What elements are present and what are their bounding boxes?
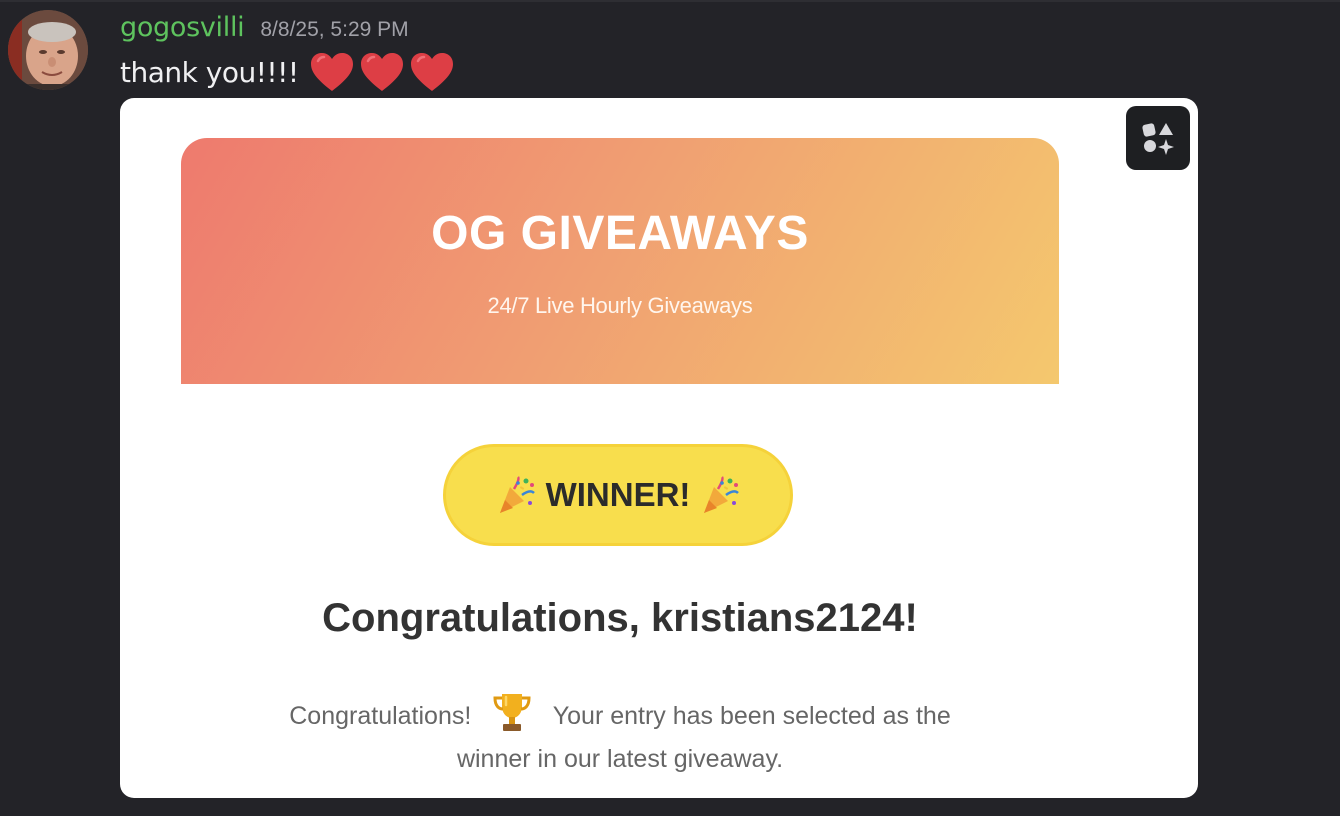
winner-badge-label: WINNER! <box>545 476 691 513</box>
party-popper-icon <box>704 476 740 513</box>
winner-badge: WINNER! <box>443 444 793 546</box>
winner-message: Congratulations! Your entry has been sel… <box>260 690 980 781</box>
party-popper-icon <box>499 476 535 513</box>
message-text: thank you!!!! <box>120 55 299 89</box>
apps-icon <box>1142 123 1174 155</box>
emoji-group <box>309 51 455 93</box>
apps-button[interactable] <box>1126 106 1190 170</box>
avatar-image <box>8 10 88 90</box>
image-embed[interactable]: OG GIVEAWAYS 24/7 Live Hourly Giveaways … <box>120 98 1198 798</box>
username[interactable]: gogosvilli <box>120 12 245 43</box>
trophy-icon <box>493 694 531 731</box>
divider <box>0 0 1340 2</box>
winner-message-intro: Congratulations! <box>289 702 472 730</box>
timestamp[interactable]: 8/8/25, 5:29 PM <box>260 18 408 42</box>
message-content: thank you!!!! <box>120 50 455 94</box>
avatar[interactable] <box>8 10 88 90</box>
banner-subtitle: 24/7 Live Hourly Giveaways <box>487 293 753 318</box>
heart-emoji-icon[interactable] <box>409 51 455 93</box>
message-header: gogosvilli 8/8/25, 5:29 PM <box>120 12 409 48</box>
heart-emoji-icon[interactable] <box>359 51 405 93</box>
winner-heading: Congratulations, kristians2124! <box>322 596 918 640</box>
chat-view: gogosvilli 8/8/25, 5:29 PM thank you!!!! <box>0 0 1340 816</box>
giveaway-banner: OG GIVEAWAYS 24/7 Live Hourly Giveaways <box>181 138 1059 384</box>
heart-emoji-icon[interactable] <box>309 51 355 93</box>
